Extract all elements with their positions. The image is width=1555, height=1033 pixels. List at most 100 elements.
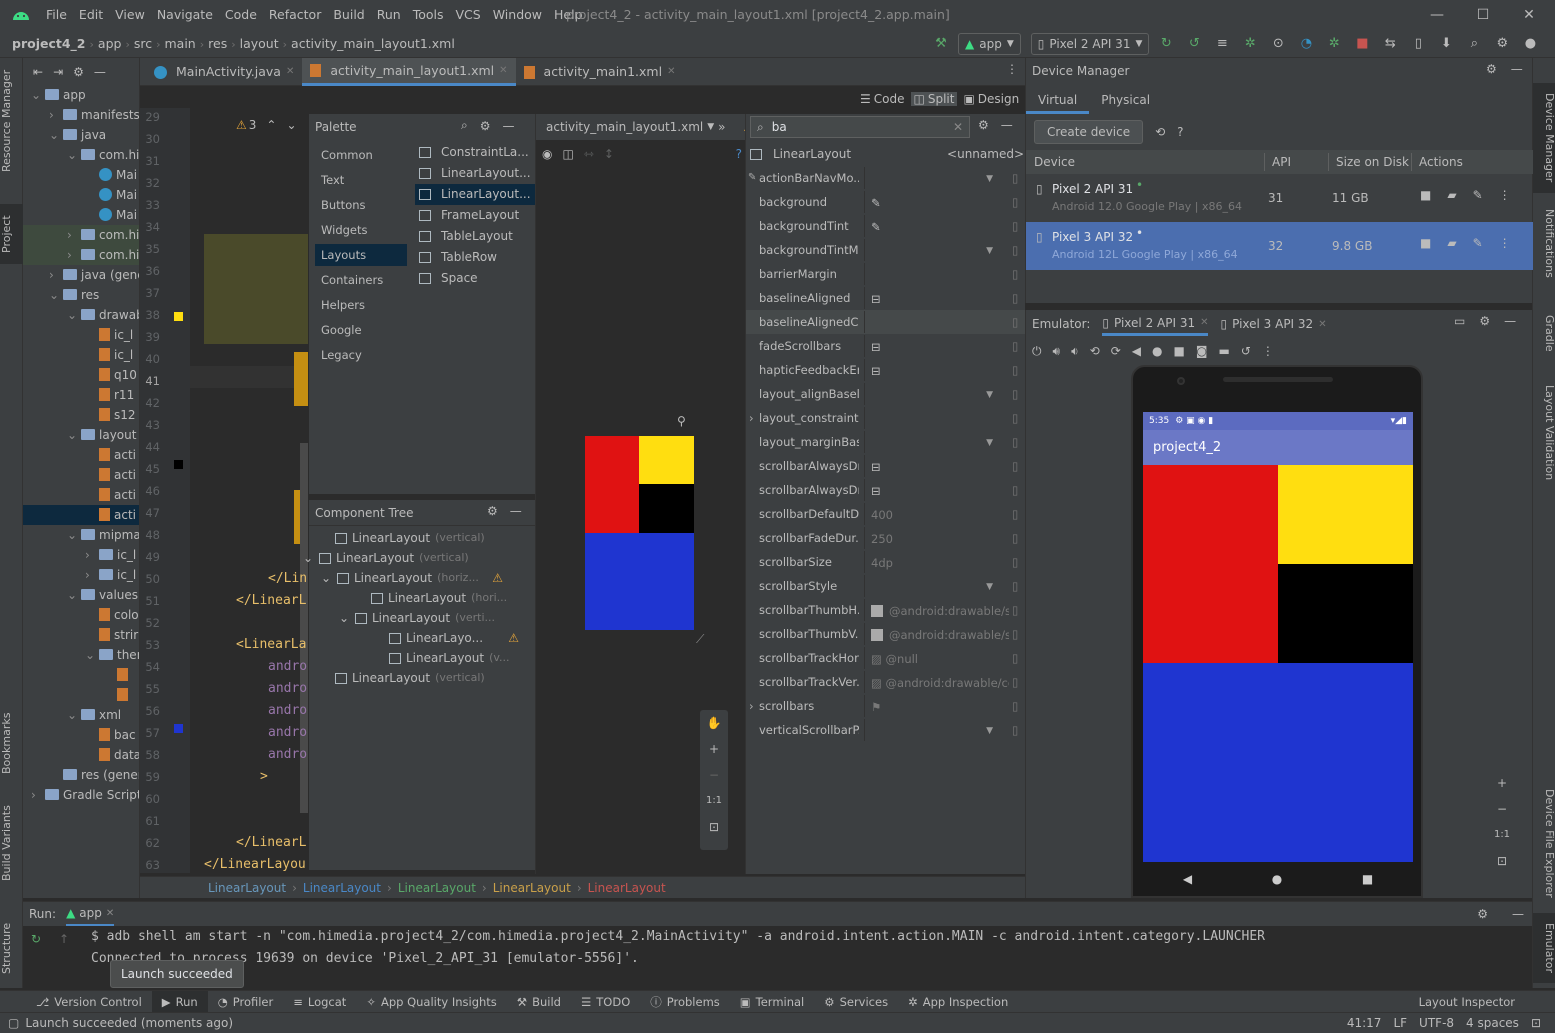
chevron-down-icon[interactable]: ⌄ xyxy=(339,608,355,628)
binding-icon[interactable]: ▯ xyxy=(1012,694,1018,718)
device-row[interactable]: ▯ Pixel 3 API 32 • Android 12L Google Play … xyxy=(1026,222,1533,270)
binding-icon[interactable]: ▯ xyxy=(1012,598,1018,622)
tree-item[interactable]: ⌄ drawab xyxy=(23,305,139,325)
split-mode-button[interactable]: ◫ Split xyxy=(910,92,958,106)
stop-icon[interactable]: ■ xyxy=(1420,236,1431,250)
structure-tab[interactable]: Structure xyxy=(0,913,23,983)
component-tree-row[interactable]: LinearLayo... ⚠ xyxy=(389,628,519,648)
editor-tab[interactable]: activity_main_layout1.xml ✕ xyxy=(302,57,516,86)
attribute-row[interactable]: actionBarNavMo... ▼ ✎ ▯ xyxy=(746,166,1026,190)
close-tab-icon[interactable]: ✕ xyxy=(667,58,675,86)
menu-view[interactable]: View xyxy=(109,0,151,30)
tree-item[interactable]: ⌄ ther xyxy=(23,645,139,665)
palette-category-widgets[interactable]: Widgets xyxy=(315,219,407,241)
folder-icon[interactable]: ▰ xyxy=(1447,236,1456,250)
binding-icon[interactable]: ▯ xyxy=(1012,358,1018,382)
camera-icon[interactable]: ◙ xyxy=(1196,344,1208,358)
binding-icon[interactable]: ▯ xyxy=(1012,622,1018,646)
tool-window-todo[interactable]: ☰ TODO xyxy=(571,991,640,1013)
menu-refactor[interactable]: Refactor xyxy=(263,0,327,30)
attribute-value[interactable]: 250 xyxy=(864,527,1009,549)
device-combo[interactable]: ▯ Pixel 2 API 31 ▼ xyxy=(1030,33,1150,55)
tool-window-build[interactable]: ⚒ Build xyxy=(507,991,571,1013)
tool-window-app-inspection[interactable]: ✲ App Inspection xyxy=(898,991,1018,1013)
breadcrumb-item[interactable]: layout xyxy=(236,30,283,58)
menu-window[interactable]: Window xyxy=(487,0,548,30)
binding-icon[interactable]: ▯ xyxy=(1012,382,1018,406)
menu-build[interactable]: Build xyxy=(327,0,370,30)
device-manager-tab[interactable]: Device Manager xyxy=(1533,83,1555,193)
status-icon[interactable]: ▢ xyxy=(8,1016,19,1030)
tree-item[interactable]: acti xyxy=(23,465,139,485)
component-tree-row[interactable]: LinearLayout (vertical) xyxy=(335,528,519,548)
chevron-right-icon[interactable]: › xyxy=(749,406,754,430)
folder-icon[interactable]: ▰ xyxy=(1447,188,1456,202)
column-header[interactable]: API xyxy=(1272,150,1291,174)
tree-item[interactable]: › com.hi xyxy=(23,245,139,265)
sync-icon[interactable]: ⇆ xyxy=(1379,33,1401,55)
debug-icon[interactable]: ✲ xyxy=(1239,33,1261,55)
more-icon[interactable]: ⋮ xyxy=(1499,188,1511,202)
attribute-value[interactable]: ▼ xyxy=(864,575,1009,597)
attribute-row[interactable]: scrollbarTrackVer... ▨ @android:drawable/… xyxy=(746,670,1026,694)
menu-tools[interactable]: Tools xyxy=(407,0,450,30)
eyedropper-icon[interactable]: ✎ xyxy=(871,196,881,210)
resource-manager-tab[interactable]: Resource Manager xyxy=(0,66,23,176)
palette-category-containers[interactable]: Containers xyxy=(315,269,407,291)
attribute-value[interactable]: ⊟ xyxy=(864,287,1009,309)
lock-icon[interactable]: ⊡ xyxy=(1531,1016,1541,1030)
code-editor[interactable]: ⚠ 3 ⌃ ⌄ </Lin </LinearL <LinearLa andro andro an… xyxy=(190,108,308,873)
tree-item[interactable]: › Gradle Scripts xyxy=(23,785,139,805)
rerun-icon[interactable]: ↻ xyxy=(31,932,41,946)
attribute-row[interactable]: scrollbarAlwaysDr... ⊟ ▯ xyxy=(746,478,1026,502)
tool-window-run[interactable]: ▶ Run xyxy=(151,990,208,1013)
attribute-value[interactable]: ⊟ xyxy=(864,335,1009,357)
attribute-row[interactable]: baselineAligned ⊟ ▯ xyxy=(746,286,1026,310)
tool-window-logcat[interactable]: ≡ Logcat xyxy=(283,991,356,1013)
layout-file-dropdown[interactable]: activity_main_layout1.xml xyxy=(546,120,703,134)
device-file-explorer-tab[interactable]: Device File Explorer xyxy=(1533,788,1555,898)
device-manager-icon[interactable]: ▯ xyxy=(1407,33,1429,55)
record-icon[interactable]: ▬ xyxy=(1218,344,1229,358)
attach-debugger-icon[interactable]: ⊙ xyxy=(1267,33,1289,55)
attribute-value[interactable]: ✎ xyxy=(864,191,1009,213)
horizontal-icon[interactable]: ⇿ xyxy=(584,147,594,161)
run-console[interactable]: $ adb shell am start -n "com.himedia.pro… xyxy=(91,926,1265,970)
tree-item[interactable]: Mai xyxy=(23,205,139,225)
indent-setting[interactable]: 4 spaces xyxy=(1466,1016,1519,1030)
binding-icon[interactable]: ▯ xyxy=(1012,430,1018,454)
zoom-fit-icon[interactable]: ⊡ xyxy=(700,814,728,840)
attribute-row[interactable]: scrollbars ⚑ › ▯ xyxy=(746,694,1026,718)
palette-category-legacy[interactable]: Legacy xyxy=(315,344,407,366)
chevron-down-icon[interactable]: ⌄ xyxy=(303,548,319,568)
maximize-button[interactable]: ☐ xyxy=(1460,0,1506,30)
build-variants-tab[interactable]: Build Variants xyxy=(0,798,23,888)
binding-icon[interactable]: ▯ xyxy=(1012,478,1018,502)
phone-back-icon[interactable]: ◀ xyxy=(1183,872,1192,886)
profiler-icon[interactable]: ◔ xyxy=(1295,33,1317,55)
chevron-down-icon[interactable]: ▼ xyxy=(986,431,993,453)
tree-item[interactable]: › java (gene xyxy=(23,265,139,285)
tree-item[interactable]: s12 xyxy=(23,405,139,425)
search-icon[interactable]: ⌕ xyxy=(461,118,468,133)
attribute-value[interactable]: ⚑ xyxy=(864,695,1009,717)
attribute-value[interactable]: ⊟ xyxy=(864,359,1009,381)
layout-preview[interactable] xyxy=(585,436,696,632)
breadcrumb-item[interactable]: res xyxy=(204,30,231,58)
attribute-value[interactable]: ▼ xyxy=(864,167,1009,189)
minimize-button[interactable]: — xyxy=(1414,0,1460,30)
chevron-down-icon[interactable]: ▼ xyxy=(986,167,993,189)
attribute-row[interactable]: backgroundTintM... ▼ ▯ xyxy=(746,238,1026,262)
design-breadcrumb-item[interactable]: LinearLayout xyxy=(582,877,672,899)
palette-item[interactable]: ConstraintLa... xyxy=(415,142,535,163)
gradle-tab[interactable]: Gradle xyxy=(1533,308,1555,358)
tree-item[interactable]: › ic_l xyxy=(23,565,139,585)
tree-item[interactable]: ⌄ mipma xyxy=(23,525,139,545)
settings-gear-icon[interactable]: ⚙ xyxy=(978,118,989,132)
scroll-up-icon[interactable]: ↑ xyxy=(59,932,69,946)
close-tab-icon[interactable]: ✕ xyxy=(499,57,507,85)
run-config-combo[interactable]: ▲ app ▼ xyxy=(958,33,1021,55)
settings-gear-icon[interactable]: ⚙ xyxy=(487,504,498,518)
chevron-down-icon[interactable]: ⌄ xyxy=(321,568,337,588)
binding-icon[interactable]: ▯ xyxy=(1012,334,1018,358)
